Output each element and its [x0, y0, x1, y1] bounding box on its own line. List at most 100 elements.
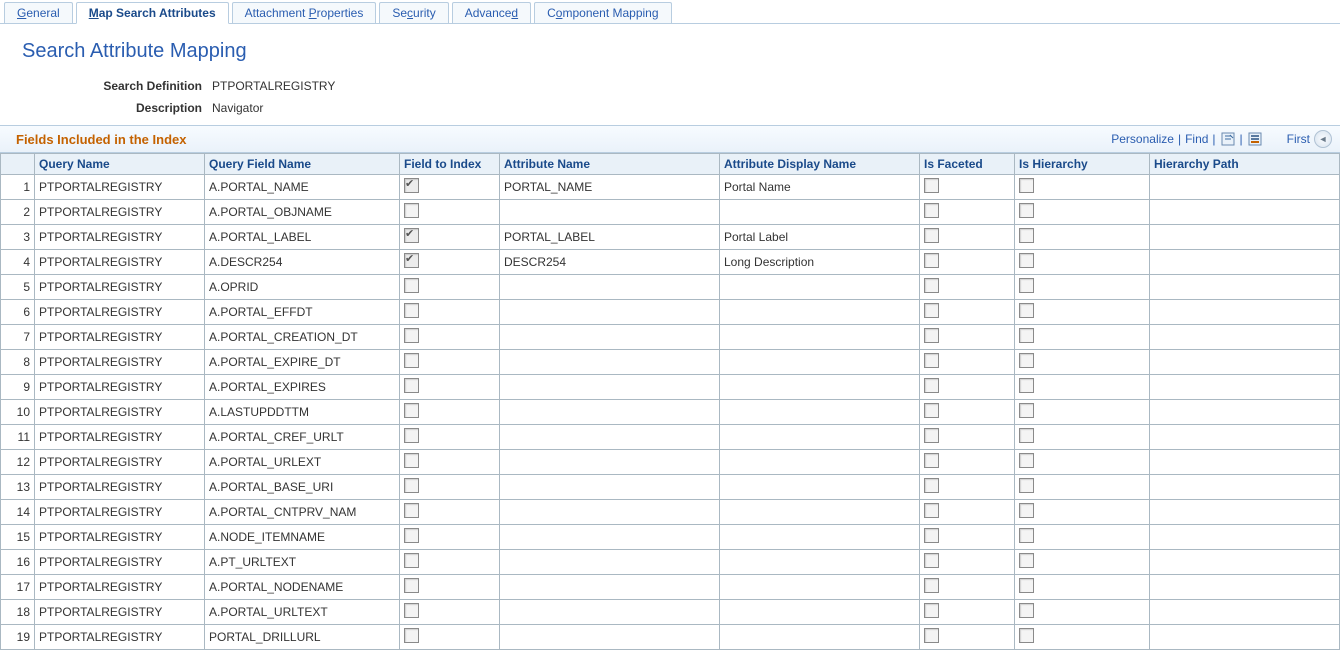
field-to-index-checkbox[interactable]: [404, 353, 419, 368]
download-icon[interactable]: [1247, 131, 1263, 147]
col-query-field-name[interactable]: Query Field Name: [205, 154, 400, 175]
is-hierarchy-checkbox[interactable]: [1019, 503, 1034, 518]
cell-attribute-display-name: [720, 525, 920, 550]
col-is-hierarchy[interactable]: Is Hierarchy: [1015, 154, 1150, 175]
col-hierarchy-path[interactable]: Hierarchy Path: [1150, 154, 1340, 175]
tab-0[interactable]: General: [4, 2, 73, 23]
is-hierarchy-checkbox[interactable]: [1019, 178, 1034, 193]
field-to-index-checkbox[interactable]: [404, 403, 419, 418]
field-to-index-checkbox[interactable]: [404, 428, 419, 443]
is-hierarchy-checkbox[interactable]: [1019, 528, 1034, 543]
field-to-index-checkbox[interactable]: [404, 553, 419, 568]
field-to-index-checkbox[interactable]: [404, 203, 419, 218]
is-hierarchy-checkbox[interactable]: [1019, 228, 1034, 243]
col-is-faceted[interactable]: Is Faceted: [920, 154, 1015, 175]
is-faceted-checkbox[interactable]: [924, 228, 939, 243]
field-to-index-checkbox[interactable]: [404, 628, 419, 643]
view-all-icon[interactable]: [1220, 131, 1236, 147]
cell-attribute-display-name: [720, 600, 920, 625]
cell-query-field-name: A.PORTAL_EXPIRES: [205, 375, 400, 400]
is-hierarchy-checkbox[interactable]: [1019, 478, 1034, 493]
is-hierarchy-checkbox[interactable]: [1019, 578, 1034, 593]
field-to-index-checkbox[interactable]: [404, 328, 419, 343]
col-attribute-name[interactable]: Attribute Name: [500, 154, 720, 175]
is-faceted-checkbox[interactable]: [924, 178, 939, 193]
cell-attribute-name: [500, 400, 720, 425]
personalize-link[interactable]: Personalize: [1111, 132, 1174, 146]
is-faceted-checkbox[interactable]: [924, 403, 939, 418]
is-faceted-checkbox[interactable]: [924, 428, 939, 443]
field-to-index-checkbox[interactable]: [404, 303, 419, 318]
field-to-index-checkbox[interactable]: [404, 478, 419, 493]
is-faceted-checkbox[interactable]: [924, 478, 939, 493]
field-to-index-checkbox[interactable]: [404, 278, 419, 293]
is-hierarchy-checkbox[interactable]: [1019, 628, 1034, 643]
col-attribute-display-name[interactable]: Attribute Display Name: [720, 154, 920, 175]
field-to-index-checkbox[interactable]: [404, 453, 419, 468]
is-faceted-checkbox[interactable]: [924, 603, 939, 618]
tab-2[interactable]: Attachment Properties: [232, 2, 377, 23]
is-faceted-checkbox[interactable]: [924, 578, 939, 593]
col-query-name[interactable]: Query Name: [35, 154, 205, 175]
cell-query-name: PTPORTALREGISTRY: [35, 350, 205, 375]
cell-attribute-name: [500, 500, 720, 525]
is-faceted-checkbox[interactable]: [924, 278, 939, 293]
cell-query-name: PTPORTALREGISTRY: [35, 175, 205, 200]
cell-is-hierarchy: [1015, 475, 1150, 500]
field-to-index-checkbox[interactable]: [404, 528, 419, 543]
is-faceted-checkbox[interactable]: [924, 553, 939, 568]
tab-3[interactable]: Security: [379, 2, 448, 23]
row-number: 16: [1, 550, 35, 575]
is-hierarchy-checkbox[interactable]: [1019, 278, 1034, 293]
tab-4[interactable]: Advanced: [452, 2, 531, 23]
cell-is-hierarchy: [1015, 325, 1150, 350]
is-hierarchy-checkbox[interactable]: [1019, 403, 1034, 418]
is-hierarchy-checkbox[interactable]: [1019, 328, 1034, 343]
cell-is-faceted: [920, 500, 1015, 525]
is-hierarchy-checkbox[interactable]: [1019, 603, 1034, 618]
is-faceted-checkbox[interactable]: [924, 253, 939, 268]
cell-attribute-name: [500, 275, 720, 300]
cell-attribute-name: [500, 325, 720, 350]
field-to-index-checkbox[interactable]: [404, 378, 419, 393]
cell-hierarchy-path: [1150, 525, 1340, 550]
is-faceted-checkbox[interactable]: [924, 528, 939, 543]
is-faceted-checkbox[interactable]: [924, 303, 939, 318]
cell-query-name: PTPORTALREGISTRY: [35, 300, 205, 325]
cell-hierarchy-path: [1150, 475, 1340, 500]
cell-attribute-display-name: [720, 275, 920, 300]
is-faceted-checkbox[interactable]: [924, 328, 939, 343]
is-faceted-checkbox[interactable]: [924, 628, 939, 643]
is-hierarchy-checkbox[interactable]: [1019, 253, 1034, 268]
is-hierarchy-checkbox[interactable]: [1019, 203, 1034, 218]
is-faceted-checkbox[interactable]: [924, 353, 939, 368]
col-field-to-index[interactable]: Field to Index: [400, 154, 500, 175]
is-hierarchy-checkbox[interactable]: [1019, 303, 1034, 318]
is-faceted-checkbox[interactable]: [924, 453, 939, 468]
is-faceted-checkbox[interactable]: [924, 378, 939, 393]
is-faceted-checkbox[interactable]: [924, 503, 939, 518]
cell-hierarchy-path: [1150, 350, 1340, 375]
cell-is-faceted: [920, 625, 1015, 650]
nav-first-label[interactable]: First: [1287, 132, 1310, 146]
field-to-index-checkbox[interactable]: [404, 503, 419, 518]
cell-is-hierarchy: [1015, 525, 1150, 550]
tab-5[interactable]: Component Mapping: [534, 2, 671, 23]
tab-1[interactable]: Map Search Attributes: [76, 2, 229, 24]
field-to-index-checkbox[interactable]: [404, 578, 419, 593]
field-to-index-checkbox[interactable]: [404, 603, 419, 618]
cell-is-faceted: [920, 325, 1015, 350]
cell-attribute-name: [500, 475, 720, 500]
is-hierarchy-checkbox[interactable]: [1019, 353, 1034, 368]
is-hierarchy-checkbox[interactable]: [1019, 428, 1034, 443]
cell-attribute-name: [500, 300, 720, 325]
cell-is-faceted: [920, 200, 1015, 225]
cell-is-hierarchy: [1015, 550, 1150, 575]
is-faceted-checkbox[interactable]: [924, 203, 939, 218]
is-hierarchy-checkbox[interactable]: [1019, 553, 1034, 568]
is-hierarchy-checkbox[interactable]: [1019, 453, 1034, 468]
is-hierarchy-checkbox[interactable]: [1019, 378, 1034, 393]
find-link[interactable]: Find: [1185, 132, 1208, 146]
nav-first-icon[interactable]: ◄: [1314, 130, 1332, 148]
cell-attribute-name: PORTAL_NAME: [500, 175, 720, 200]
